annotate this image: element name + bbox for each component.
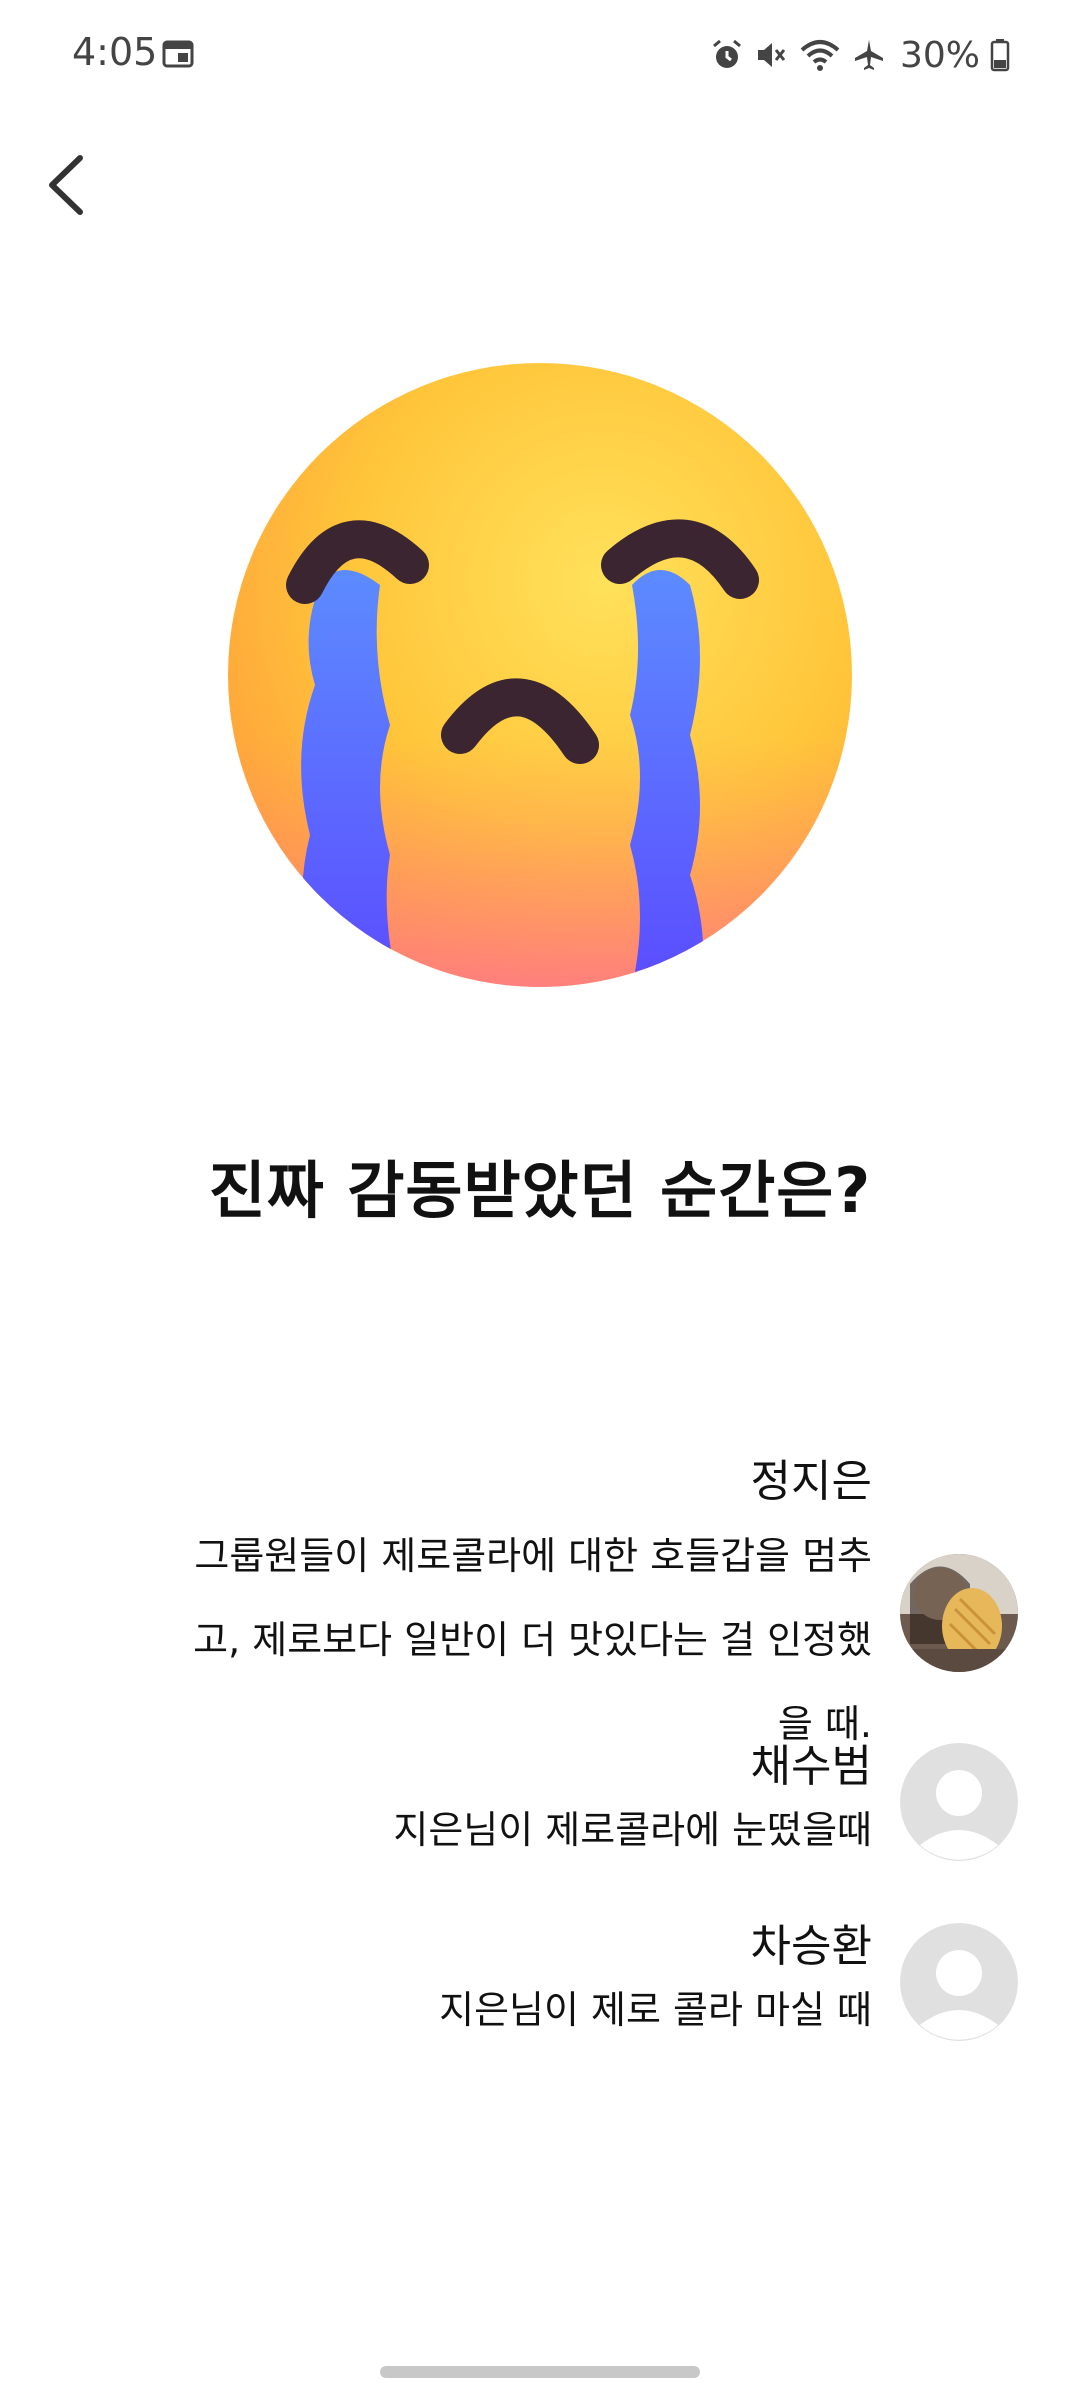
battery-percent: 30% bbox=[899, 34, 980, 76]
answer-text: 지은님이 제로콜라에 눈떴을때 bbox=[393, 1808, 872, 1852]
answer-content: 차승환 지은님이 제로 콜라 마실 때 bbox=[172, 1915, 872, 2041]
avatar[interactable] bbox=[900, 1743, 1018, 1861]
default-avatar-icon bbox=[900, 1923, 1018, 2041]
answer-author: 정지은 bbox=[750, 1456, 872, 1507]
chevron-left-icon bbox=[49, 155, 83, 215]
battery-icon bbox=[990, 39, 1010, 72]
airplane-icon bbox=[854, 40, 883, 70]
back-button[interactable] bbox=[40, 150, 100, 220]
default-avatar-icon bbox=[900, 1743, 1018, 1861]
alarm-icon bbox=[713, 39, 741, 68]
answer-text: 지은님이 제로 콜라 마실 때 bbox=[439, 1988, 872, 2032]
wifi-icon bbox=[800, 40, 840, 71]
mute-icon bbox=[757, 43, 786, 67]
status-time: 4:05 bbox=[72, 30, 158, 74]
status-bar: 4:05 30% bbox=[0, 0, 1080, 110]
home-indicator[interactable] bbox=[380, 2366, 700, 2378]
answer-author: 차승환 bbox=[750, 1921, 872, 1972]
avatar[interactable] bbox=[900, 1923, 1018, 2041]
answer-text: 그룹원들이 제로콜라에 대한 호들갑을 멈추고, 제로보다 일반이 더 맛있다는… bbox=[193, 1534, 872, 1746]
answer-content: 정지은 그룹원들이 제로콜라에 대한 호들갑을 멈추고, 제로보다 일반이 더 … bbox=[172, 1450, 872, 1766]
answer-author: 채수범 bbox=[750, 1741, 872, 1792]
status-icons: 30% bbox=[710, 30, 1010, 80]
question-title: 진짜 감동받았던 순간은? bbox=[208, 1154, 872, 1227]
avatar[interactable] bbox=[900, 1554, 1018, 1672]
crying-face-icon bbox=[228, 363, 852, 987]
avatar-photo bbox=[900, 1554, 1018, 1672]
answer-content: 채수범 지은님이 제로콜라에 눈떴을때 bbox=[172, 1735, 872, 1861]
calendar-icon bbox=[162, 40, 194, 68]
